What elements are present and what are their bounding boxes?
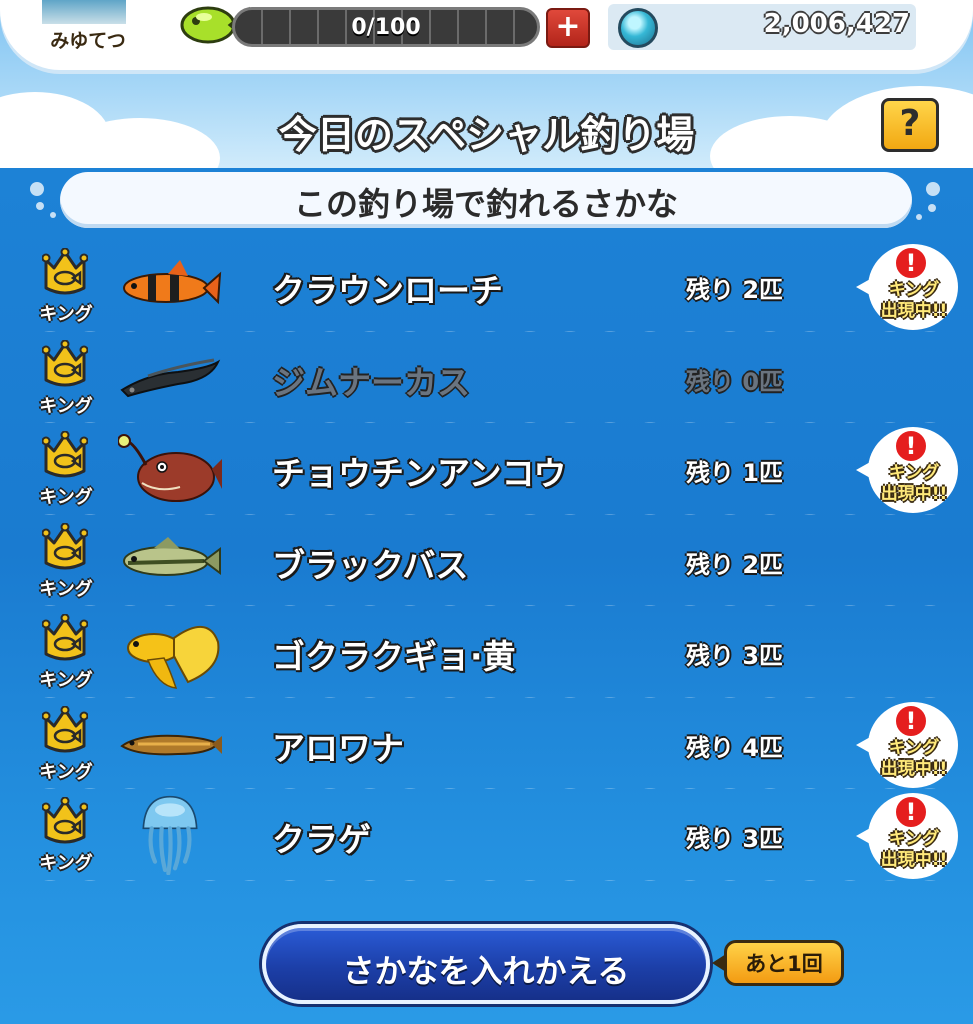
gem-count: 2,006,427 (763, 9, 910, 39)
clown-loach-icon (118, 246, 222, 326)
fish-row-6[interactable]: キング アロワナ 残り 4匹 ! キング 出現中!! (0, 698, 973, 790)
stamina-bar: 0/100 (232, 7, 540, 47)
section-header-text: この釣り場で釣れるさかな (293, 185, 678, 223)
fish-remaining-count: 残り 1匹 (686, 459, 784, 487)
king-crown-icon (42, 522, 88, 569)
remaining-swaps-text: あと1回 (745, 952, 823, 976)
fish-name: ジムナーカス (272, 362, 470, 402)
section-header: この釣り場で釣れるさかな (60, 172, 912, 228)
king-crown-icon (42, 431, 88, 478)
fish-row-4[interactable]: キング ブラックバス 残り 2匹 (0, 515, 973, 607)
fish-remaining-count: 残り 3匹 (686, 642, 784, 670)
fish-row-7[interactable]: キング クラゲ 残り 3匹 ! キング 出現中!! (0, 789, 973, 881)
king-crown-icon (42, 339, 88, 386)
king-label: キング (39, 853, 93, 874)
king-label: キング (39, 670, 93, 691)
king-label: キング (39, 395, 93, 417)
fish-list: キング クラウンローチ 残り 2匹 ! キング 出現中!! キング ジムナーカス 残… (0, 240, 973, 881)
king-label: キング (39, 487, 93, 508)
king-badge: キング (32, 431, 100, 509)
king-badge: キング (32, 339, 100, 418)
king-crown-icon (42, 614, 88, 661)
player-name: みゆてつ (50, 30, 126, 52)
alert-icon: ! (894, 246, 928, 280)
king-alert-text: キング 出現中!! (880, 829, 948, 870)
page-title: 今日のスペシャル釣り場 (278, 113, 695, 157)
king-alert-bubble: ! キング 出現中!! (856, 701, 960, 788)
stamina-value: 0/100 (351, 15, 421, 40)
remaining-swaps-tag: あと1回 (712, 940, 844, 986)
avatar[interactable] (40, 0, 128, 26)
king-crown-icon (42, 248, 88, 295)
bubble-decoration (50, 212, 56, 218)
king-label: キング (39, 761, 93, 783)
jellyfish-icon (118, 795, 222, 876)
help-button[interactable]: ? (881, 98, 939, 152)
bubble-decoration (36, 202, 44, 210)
king-badge: キング (32, 248, 100, 326)
alert-icon: ! (894, 703, 928, 738)
fish-remaining-count: 残り 3匹 (686, 825, 784, 853)
alert-icon: ! (894, 795, 928, 829)
king-alert-bubble: ! キング 出現中!! (856, 427, 960, 513)
arowana-icon (118, 704, 222, 784)
king-badge: キング (32, 614, 100, 692)
king-badge: キング (32, 797, 100, 875)
king-alert-bubble: ! キング 出現中!! (856, 793, 960, 879)
fish-name: クラウンローチ (272, 271, 503, 310)
fish-name: ブラックバス (272, 545, 469, 585)
bubble-decoration (916, 214, 922, 220)
gem-icon (618, 8, 658, 48)
bubble-decoration (928, 204, 936, 212)
king-alert-text: キング 出現中!! (880, 280, 948, 321)
king-crown-icon (42, 797, 88, 844)
fish-name: クラゲ (272, 820, 371, 859)
king-alert-text: キング 出現中!! (880, 737, 948, 779)
king-crown-icon (42, 705, 88, 752)
fish-remaining-count: 残り 2匹 (686, 276, 784, 304)
fish-remaining-count: 残り 4匹 (686, 733, 784, 762)
black-bass-icon (118, 521, 222, 601)
fish-row-3[interactable]: キング チョウチンアンコウ 残り 1匹 ! キング 出現中!! (0, 423, 973, 515)
fish-name: アロワナ (272, 728, 404, 768)
fish-remaining-count: 残り 2匹 (686, 550, 784, 579)
fish-remaining-count: 残り 0匹 (686, 367, 784, 396)
bubble-decoration (926, 182, 940, 196)
fish-row-1[interactable]: キング クラウンローチ 残り 2匹 ! キング 出現中!! (0, 240, 973, 332)
king-badge: キング (32, 705, 100, 784)
swap-fish-button[interactable]: さかなを入れかえる (262, 924, 710, 1004)
anglerfish-icon (117, 429, 222, 509)
bubble-decoration (30, 182, 44, 196)
fish-name: ゴクラクギョ·黄 (272, 637, 516, 676)
king-alert-bubble: ! キング 出現中!! (856, 244, 960, 330)
swap-fish-button-label: さかなを入れかえる (342, 952, 630, 990)
gymnarchus-icon (118, 338, 222, 418)
alert-icon: ! (894, 429, 928, 463)
fish-name: チョウチンアンコウ (272, 454, 567, 493)
king-label: キング (39, 578, 93, 600)
king-label: キング (39, 304, 93, 325)
add-stamina-button[interactable]: + (546, 8, 590, 48)
fish-row-5[interactable]: キング ゴクラクギョ·黄 残り 3匹 (0, 606, 973, 698)
king-alert-text: キング 出現中!! (880, 463, 948, 504)
yellow-paradise-fish-icon (118, 612, 222, 692)
fish-row-2[interactable]: キング ジムナーカス 残り 0匹 (0, 332, 973, 424)
king-badge: キング (32, 522, 100, 601)
